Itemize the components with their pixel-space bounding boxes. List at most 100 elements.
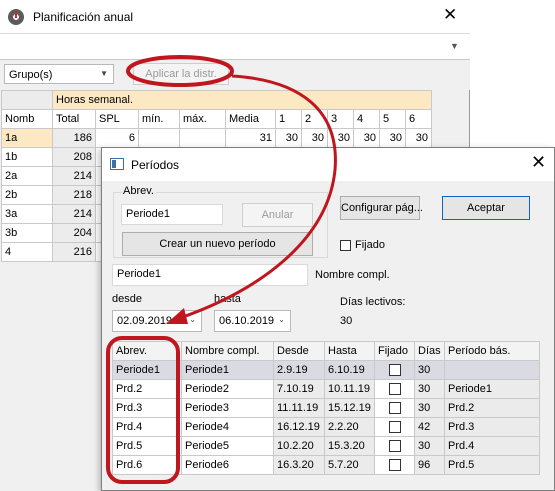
column-header[interactable]: 6 bbox=[405, 109, 432, 129]
cell-abbrev[interactable]: Prd.6 bbox=[112, 455, 182, 475]
table-row[interactable]: 1a 186 6 31 30 30 30 30 30 30 bbox=[1, 128, 432, 148]
accept-button[interactable]: Aceptar bbox=[442, 196, 530, 220]
close-icon[interactable]: ✕ bbox=[443, 5, 457, 25]
cell-abbrev[interactable]: Periode1 bbox=[112, 360, 182, 380]
cell-basic-period[interactable]: Prd.5 bbox=[444, 455, 540, 475]
cell-basic-period[interactable]: Prd.2 bbox=[444, 398, 540, 418]
cancel-button[interactable]: Anular bbox=[242, 203, 313, 227]
cell-to[interactable]: 2.2.20 bbox=[324, 417, 375, 437]
cell-basic-period[interactable]: Prd.3 bbox=[444, 417, 540, 437]
cell-abbrev[interactable]: Prd.4 bbox=[112, 417, 182, 437]
week-cell[interactable]: 30 bbox=[405, 128, 432, 148]
cell-to[interactable]: 15.12.19 bbox=[324, 398, 375, 418]
cell-to[interactable]: 5.7.20 bbox=[324, 455, 375, 475]
fullname-label: Nombre compl. bbox=[315, 269, 390, 281]
column-header[interactable]: SPL bbox=[95, 109, 139, 129]
week-cell[interactable]: 30 bbox=[327, 128, 354, 148]
configure-page-button[interactable]: Configurar pág... bbox=[340, 196, 423, 220]
cell-fixed[interactable] bbox=[374, 398, 415, 418]
column-header[interactable]: 2 bbox=[301, 109, 328, 129]
close-icon[interactable]: ✕ bbox=[531, 152, 546, 173]
fullname-input[interactable]: Periode1 bbox=[112, 264, 308, 286]
to-date-picker[interactable]: 06.10.2019 ⌄ bbox=[214, 310, 291, 332]
column-header[interactable]: 5 bbox=[379, 109, 406, 129]
row-max[interactable] bbox=[179, 128, 226, 148]
cell-to[interactable]: 6.10.19 bbox=[324, 360, 375, 380]
cell-fullname[interactable]: Periode5 bbox=[181, 436, 274, 456]
week-cell[interactable]: 30 bbox=[275, 128, 302, 148]
column-header[interactable]: Nombre compl. bbox=[181, 341, 274, 361]
cell-to[interactable]: 15.3.20 bbox=[324, 436, 375, 456]
column-header[interactable]: máx. bbox=[179, 109, 226, 129]
cell-from[interactable]: 16.12.19 bbox=[273, 417, 325, 437]
cell-days: 30 bbox=[414, 360, 445, 380]
table-row[interactable]: Prd.2 Periode2 7.10.19 10.11.19 30 Perio… bbox=[112, 379, 540, 399]
cell-fullname[interactable]: Periode1 bbox=[181, 360, 274, 380]
column-header[interactable]: Fijado bbox=[374, 341, 415, 361]
from-date-picker[interactable]: 02.09.2019 ⌄ bbox=[112, 310, 202, 332]
cell-from[interactable]: 16.3.20 bbox=[273, 455, 325, 475]
cell-from[interactable]: 10.2.20 bbox=[273, 436, 325, 456]
column-header[interactable]: Desde bbox=[273, 341, 325, 361]
fixed-checkbox[interactable] bbox=[388, 364, 401, 376]
row-min[interactable] bbox=[138, 128, 180, 148]
fixed-checkbox[interactable] bbox=[388, 440, 401, 452]
cell-to[interactable]: 10.11.19 bbox=[324, 379, 375, 399]
chevron-down-icon[interactable]: ▼ bbox=[450, 41, 459, 51]
apply-distribution-button[interactable]: Aplicar la distr. bbox=[133, 63, 229, 85]
cell-abbrev[interactable]: Prd.5 bbox=[112, 436, 182, 456]
table-row[interactable]: Prd.6 Periode6 16.3.20 5.7.20 96 Prd.5 bbox=[112, 455, 540, 475]
fixed-checkbox[interactable] bbox=[388, 383, 401, 395]
row-name[interactable]: 1b bbox=[1, 147, 53, 167]
create-period-button[interactable]: Crear un nuevo período bbox=[122, 232, 313, 256]
group-select[interactable]: Grupo(s) ▼ bbox=[4, 64, 114, 84]
table-row[interactable]: Prd.5 Periode5 10.2.20 15.3.20 30 Prd.4 bbox=[112, 436, 540, 456]
table-row[interactable]: Prd.3 Periode3 11.11.19 15.12.19 30 Prd.… bbox=[112, 398, 540, 418]
cell-fullname[interactable]: Periode4 bbox=[181, 417, 274, 437]
table-row[interactable]: Prd.4 Periode4 16.12.19 2.2.20 42 Prd.3 bbox=[112, 417, 540, 437]
row-spl[interactable]: 6 bbox=[95, 128, 139, 148]
column-header[interactable]: Período bás. bbox=[444, 341, 540, 361]
cell-fixed[interactable] bbox=[374, 436, 415, 456]
column-header[interactable]: 4 bbox=[353, 109, 380, 129]
fixed-checkbox[interactable] bbox=[388, 421, 401, 433]
cell-fixed[interactable] bbox=[374, 455, 415, 475]
cell-fixed[interactable] bbox=[374, 379, 415, 399]
cell-basic-period[interactable]: Prd.4 bbox=[444, 436, 540, 456]
cell-from[interactable]: 11.11.19 bbox=[273, 398, 325, 418]
row-name[interactable]: 3a bbox=[1, 204, 53, 224]
week-cell[interactable]: 30 bbox=[353, 128, 380, 148]
cell-fixed[interactable] bbox=[374, 417, 415, 437]
column-header[interactable]: Nomb bbox=[1, 109, 53, 129]
row-name[interactable]: 1a bbox=[1, 128, 53, 148]
abrev-input[interactable]: Periode1 bbox=[121, 204, 223, 225]
column-header[interactable]: Total bbox=[52, 109, 96, 129]
fixed-checkbox[interactable] bbox=[388, 402, 401, 414]
cell-fullname[interactable]: Periode3 bbox=[181, 398, 274, 418]
fixed-checkbox[interactable] bbox=[388, 459, 401, 471]
week-cell[interactable]: 30 bbox=[301, 128, 328, 148]
row-name[interactable]: 2a bbox=[1, 166, 53, 186]
cell-abbrev[interactable]: Prd.3 bbox=[112, 398, 182, 418]
cell-from[interactable]: 2.9.19 bbox=[273, 360, 325, 380]
column-header[interactable]: Media bbox=[225, 109, 276, 129]
column-header[interactable]: 1 bbox=[275, 109, 302, 129]
row-name[interactable]: 3b bbox=[1, 223, 53, 243]
cell-basic-period[interactable] bbox=[444, 360, 540, 380]
column-header[interactable]: mín. bbox=[138, 109, 180, 129]
column-header[interactable]: Hasta bbox=[324, 341, 375, 361]
week-cell[interactable]: 30 bbox=[379, 128, 406, 148]
cell-abbrev[interactable]: Prd.2 bbox=[112, 379, 182, 399]
cell-fixed[interactable] bbox=[374, 360, 415, 380]
cell-basic-period[interactable]: Periode1 bbox=[444, 379, 540, 399]
row-name[interactable]: 4 bbox=[1, 242, 53, 262]
fixed-checkbox[interactable] bbox=[340, 240, 351, 251]
cell-fullname[interactable]: Periode2 bbox=[181, 379, 274, 399]
cell-from[interactable]: 7.10.19 bbox=[273, 379, 325, 399]
row-name[interactable]: 2b bbox=[1, 185, 53, 205]
table-row[interactable]: Periode1 Periode1 2.9.19 6.10.19 30 bbox=[112, 360, 540, 380]
column-header[interactable]: Abrev. bbox=[112, 341, 182, 361]
column-header[interactable]: Días bbox=[414, 341, 445, 361]
column-header[interactable]: 3 bbox=[327, 109, 354, 129]
cell-fullname[interactable]: Periode6 bbox=[181, 455, 274, 475]
